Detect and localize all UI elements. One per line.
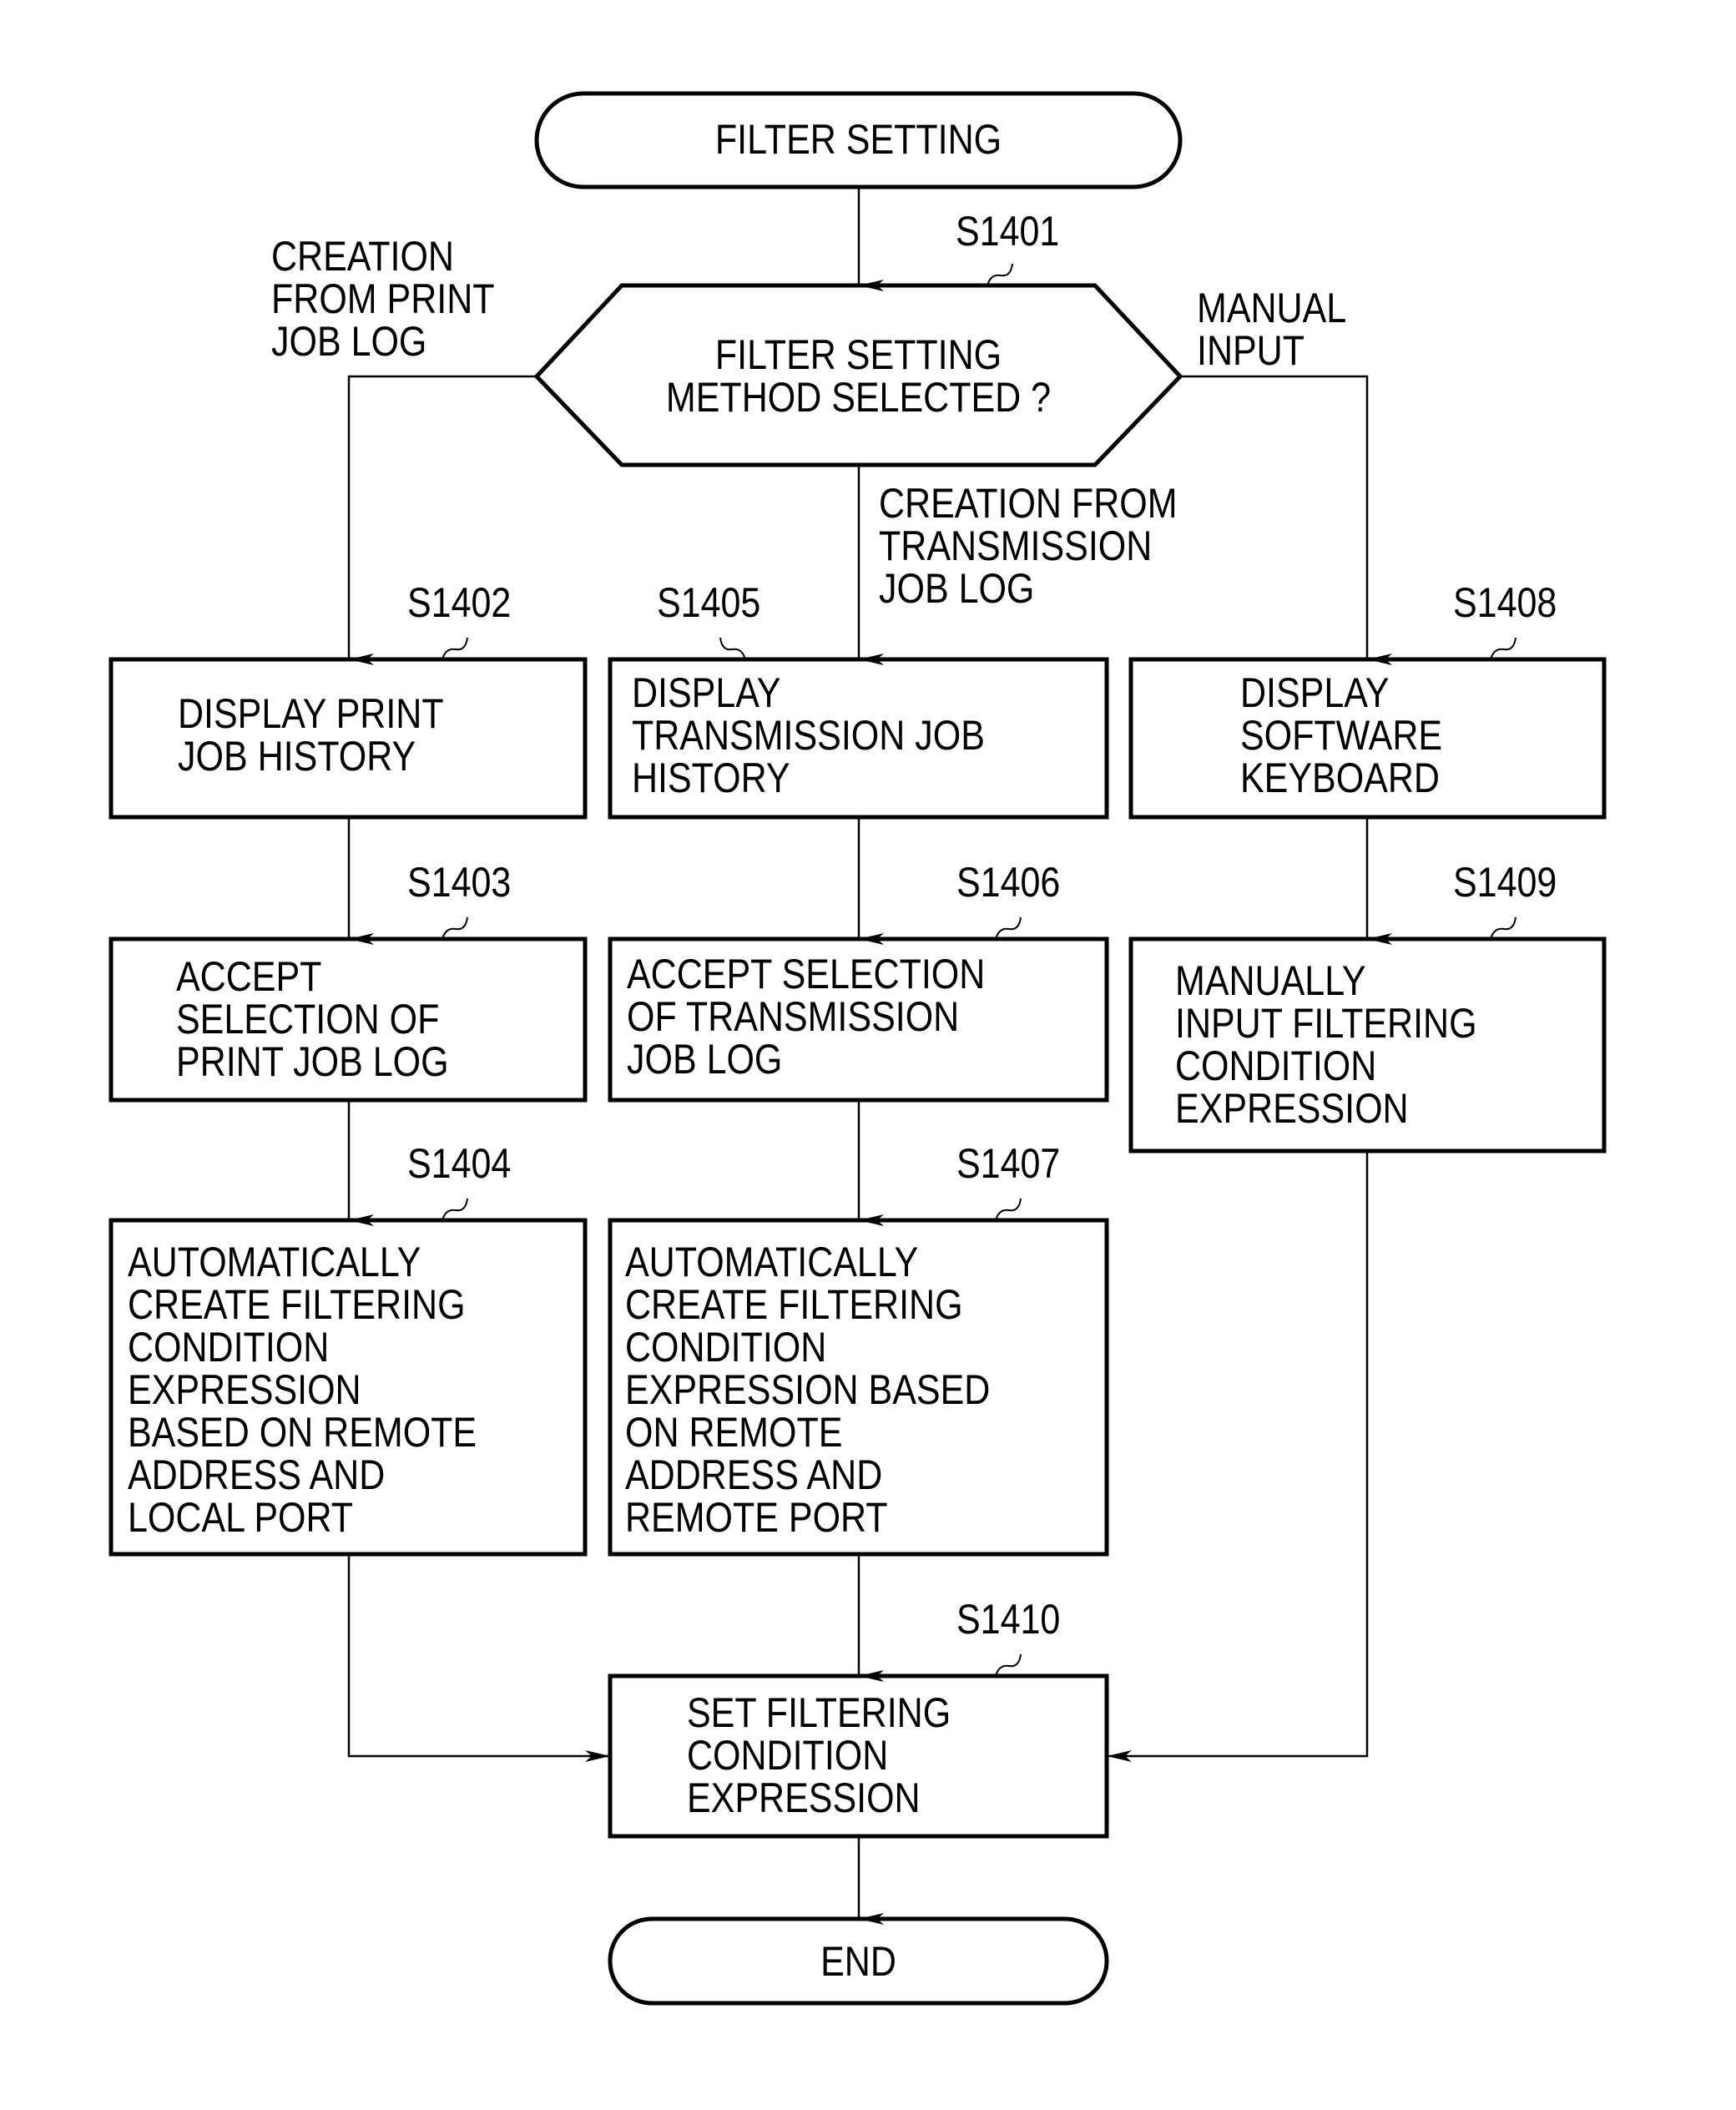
step-label-s1405: S1405	[657, 579, 761, 626]
leader-s1401	[987, 263, 1013, 286]
arrow-s1409-to-s1410	[1107, 1151, 1369, 1762]
leader-s1406	[995, 916, 1022, 940]
process-label-s1402: DISPLAY PRINT JOB HISTORY	[178, 690, 444, 780]
leader-s1410	[995, 1653, 1022, 1677]
step-label-s1402: S1402	[407, 579, 512, 626]
leader-s1407	[995, 1198, 1022, 1221]
step-label-s1410: S1410	[956, 1596, 1061, 1643]
decision-label: FILTER SETTING METHOD SELECTED ?	[665, 331, 1052, 421]
process-label-s1409: MANUALLY INPUT FILTERING CONDITION EXPRE…	[1175, 957, 1477, 1132]
start-label: FILTER SETTING	[714, 116, 1002, 163]
step-label-s1403: S1403	[407, 859, 512, 906]
process-label-s1404: AUTOMATICALLY CREATE FILTERING CONDITION…	[128, 1239, 477, 1541]
leader-s1402	[442, 637, 468, 660]
leader-s1408	[1490, 637, 1516, 660]
arrow-decision-to-s1408	[1180, 375, 1392, 665]
step-label-s1406: S1406	[956, 859, 1061, 906]
step-label-s1407: S1407	[956, 1140, 1061, 1187]
step-label-s1404: S1404	[407, 1140, 512, 1187]
process-label-s1410: SET FILTERING CONDITION EXPRESSION	[687, 1689, 951, 1821]
arrow-s1404-to-s1410	[347, 1554, 610, 1762]
step-label-s1409: S1409	[1453, 859, 1557, 906]
branch-label-manual: MANUAL INPUT	[1197, 285, 1347, 374]
leader-s1403	[442, 916, 468, 940]
step-label-s1408: S1408	[1453, 579, 1557, 626]
end-label: END	[820, 1938, 896, 1985]
branch-label-print: CREATION FROM PRINT JOB LOG	[271, 233, 495, 365]
branch-label-transmission: CREATION FROM TRANSMISSION JOB LOG	[879, 480, 1178, 612]
process-label-s1406: ACCEPT SELECTION OF TRANSMISSION JOB LOG	[627, 951, 986, 1083]
step-label-s1401: S1401	[956, 208, 1060, 255]
leader-s1409	[1490, 916, 1516, 940]
leader-s1404	[442, 1198, 468, 1221]
process-label-s1405: DISPLAY TRANSMISSION JOB HISTORY	[632, 669, 985, 801]
leader-s1405	[719, 637, 746, 660]
process-label-s1407: AUTOMATICALLY CREATE FILTERING CONDITION…	[625, 1239, 991, 1541]
process-label-s1403: ACCEPT SELECTION OF PRINT JOB LOG	[176, 953, 449, 1085]
process-label-s1408: DISPLAY SOFTWARE KEYBOARD	[1240, 669, 1443, 801]
